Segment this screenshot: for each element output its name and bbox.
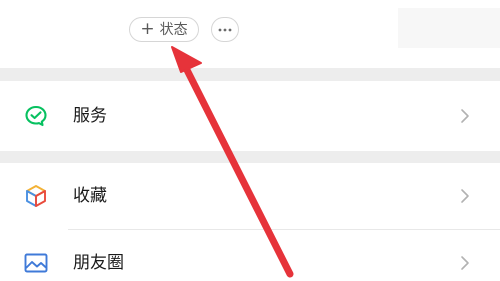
- add-status-button[interactable]: + 状态: [129, 17, 199, 42]
- more-dots-icon: [218, 28, 232, 31]
- profile-header-placeholder: [398, 8, 500, 48]
- menu-item-moments[interactable]: 朋友圈: [0, 229, 500, 281]
- section-gap: [0, 68, 500, 81]
- photo-icon: [24, 253, 48, 273]
- menu-item-label: 服务: [73, 106, 107, 126]
- menu-item-label: 朋友圈: [73, 253, 124, 273]
- status-label: 状态: [159, 21, 188, 38]
- chevron-right-icon: [461, 189, 469, 203]
- row-divider: [68, 229, 500, 230]
- wechat-pay-icon: [25, 105, 47, 127]
- profile-header: + 状态: [0, 0, 500, 68]
- menu-item-services[interactable]: 服务: [0, 81, 500, 151]
- chevron-right-icon: [461, 256, 469, 270]
- chevron-right-icon: [461, 109, 469, 123]
- menu-item-favorites[interactable]: 收藏: [0, 163, 500, 229]
- more-button[interactable]: [211, 17, 239, 42]
- menu-item-label: 收藏: [73, 186, 107, 206]
- cube-icon: [26, 185, 46, 207]
- section-gap: [0, 151, 500, 163]
- plus-icon: +: [140, 19, 155, 39]
